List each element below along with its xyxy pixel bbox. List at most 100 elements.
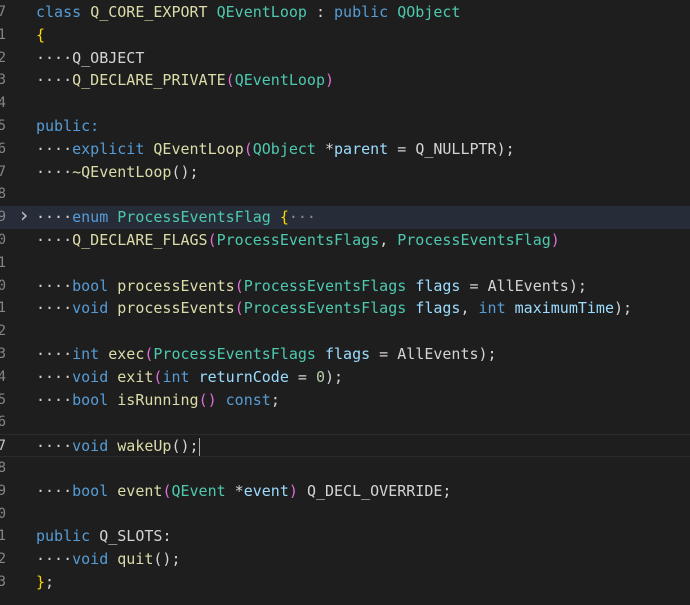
token-func: exit — [117, 367, 154, 386]
token-ws: ···· — [36, 276, 73, 295]
code-line[interactable]: 9 › ····enum ProcessEventsFlag {··· — [0, 204, 690, 229]
code-line[interactable]: 3 ····Q_DECLARE_PRIVATE(QEventLoop) — [0, 69, 690, 92]
code-line[interactable]: 1 public Q_SLOTS: — [0, 525, 690, 548]
line-number: 2 — [0, 551, 6, 568]
token-func: isRunning — [117, 390, 199, 409]
line-number: 4 — [0, 95, 6, 112]
code-text: ····void wakeUp(); — [36, 435, 200, 458]
line-number: 1 — [0, 254, 6, 271]
token-brace: { — [36, 25, 46, 44]
token-keyword: int — [72, 345, 100, 363]
code-line[interactable]: 7 ····~QEventLoop(); — [0, 161, 690, 184]
line-number: 7 — [0, 4, 6, 20]
token-keyword: void — [72, 299, 109, 318]
token-punct: * — [315, 139, 335, 158]
token-punct: = — [288, 367, 316, 386]
code-text: ····bool isRunning() const; — [36, 389, 280, 412]
code-text: ····Q_DECLARE_FLAGS(ProcessEventsFlags, … — [36, 229, 560, 252]
token-ws: ···· — [36, 367, 73, 386]
code-line[interactable]: 2 ····void quit(); — [0, 548, 690, 571]
token-punct: , — [379, 231, 398, 249]
code-line[interactable]: 6 ····explicit QEventLoop(QObject *parent… — [0, 138, 690, 161]
code-text: ····~QEventLoop(); — [36, 161, 199, 184]
text-cursor — [198, 437, 200, 456]
token-paren: () — [198, 390, 217, 409]
token-keyword: int — [478, 299, 506, 318]
token-paren: ) — [325, 71, 335, 90]
token-punct: ); — [568, 276, 587, 295]
code-line[interactable]: 7 class Q_CORE_EXPORT QEventLoop : public… — [0, 1, 690, 24]
token-param: flags — [415, 299, 461, 318]
code-line[interactable]: 0 — [0, 503, 690, 526]
code-line[interactable]: 1 ····void processEvents(ProcessEventsFla… — [0, 297, 690, 320]
token-type: ProcessEventsFlag — [117, 208, 271, 227]
code-line[interactable]: 8 — [0, 183, 690, 206]
token-type: ProcessEventsFlags — [243, 299, 407, 318]
line-number: 0 — [0, 232, 6, 248]
token-ws: ···· — [36, 208, 73, 227]
code-line[interactable]: 2 — [0, 320, 690, 343]
token-punct: : — [306, 3, 335, 21]
token-paren: ) — [550, 231, 560, 249]
line-number: 5 — [0, 118, 6, 134]
line-number: 1 — [0, 26, 6, 43]
line-number: 9 — [0, 209, 6, 226]
code-text: { — [36, 24, 45, 47]
token-punct: = — [460, 276, 488, 295]
token-keyword: bool — [72, 481, 109, 500]
line-number: 2 — [0, 323, 6, 340]
token-plain: Q_SLOTS — [99, 527, 163, 546]
token-keyword: enum — [72, 208, 109, 227]
code-line[interactable]: 3 ····int exec(ProcessEventsFlags flags =… — [0, 343, 690, 366]
code-line[interactable]: 5 public: — [0, 115, 690, 138]
token-paren: ( — [225, 71, 235, 90]
code-line[interactable]: 8 — [0, 457, 690, 480]
code-text: ····void quit(); — [36, 548, 181, 571]
token-keyword: void — [72, 367, 109, 386]
token-punct: (); — [153, 550, 181, 569]
code-text: ····bool processEvents(ProcessEventsFlag… — [36, 275, 587, 298]
line-number: 8 — [0, 460, 6, 476]
line-number: 3 — [0, 574, 6, 590]
code-line[interactable]: 0 ····Q_DECLARE_FLAGS(ProcessEventsFlags,… — [0, 229, 690, 252]
token-keyword: const — [225, 390, 271, 409]
token-punct: ; — [442, 481, 452, 500]
code-line[interactable]: 3}; — [0, 571, 690, 594]
token-type: QObject — [252, 139, 316, 158]
token-macro: Q_CORE_EXPORT — [90, 3, 208, 21]
code-line[interactable]: 4 ····void exit(int returnCode = 0); — [0, 366, 690, 389]
code-text: public: — [36, 115, 99, 138]
line-number: 5 — [0, 391, 6, 408]
code-line[interactable]: 1 — [0, 252, 690, 275]
token-type: QEventLoop — [216, 3, 307, 21]
code-text: ····enum ProcessEventsFlag {··· — [36, 206, 316, 229]
token-func: wakeUp — [117, 437, 172, 456]
code-line[interactable]: 4 — [0, 92, 690, 115]
code-line[interactable]: 6 — [0, 411, 690, 434]
chevron-right-icon[interactable]: › — [18, 204, 30, 227]
code-editor[interactable]: 7 class Q_CORE_EXPORT QEventLoop : public… — [0, 0, 690, 605]
code-line[interactable]: 7 ····void wakeUp(); — [0, 434, 690, 457]
token-punct: ; — [270, 390, 280, 409]
code-line[interactable]: 5 ····bool isRunning() const; — [0, 389, 690, 412]
token-keyword: void — [72, 437, 109, 456]
code-line[interactable]: 0 ····bool processEvents(ProcessEventsFla… — [0, 275, 690, 298]
line-number: 4 — [0, 368, 6, 385]
token-punct: ); — [614, 299, 633, 318]
code-line[interactable]: 9 ····bool event(QEvent *event) Q_DECL_OV… — [0, 480, 690, 503]
token-punct: = — [370, 345, 398, 363]
code-line[interactable]: 1{ — [0, 24, 690, 47]
token-param: parent — [334, 139, 389, 158]
token-ws: ···· — [36, 550, 73, 569]
code-text: ····Q_OBJECT — [36, 47, 144, 70]
code-line[interactable]: 2 ····Q_OBJECT — [0, 47, 690, 70]
